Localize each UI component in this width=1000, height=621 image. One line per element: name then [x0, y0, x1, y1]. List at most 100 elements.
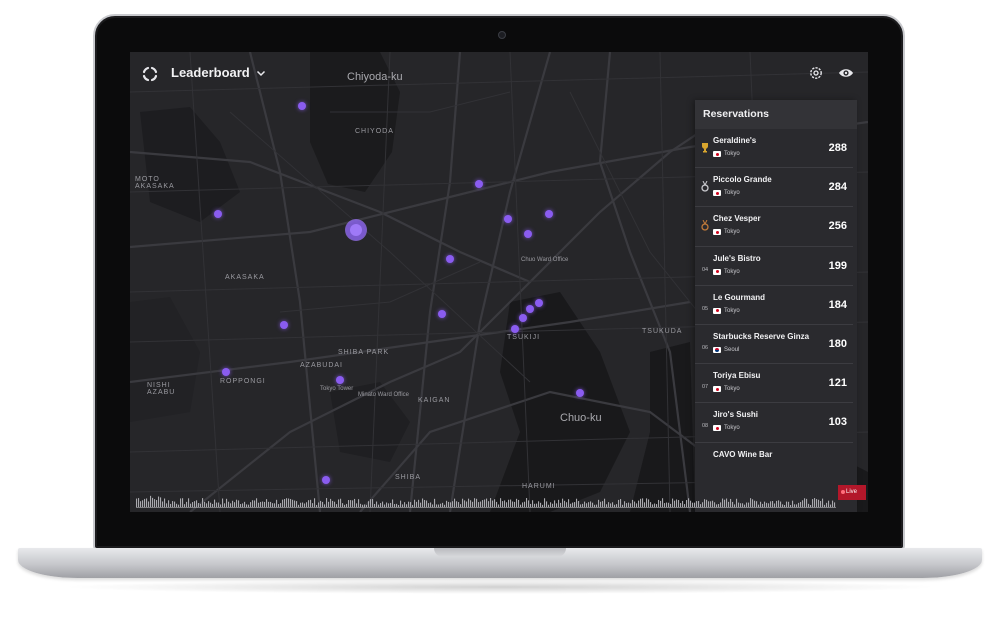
- waveform-bar: [734, 504, 736, 507]
- waveform-bar: [628, 502, 630, 507]
- waveform-bar: [728, 501, 730, 507]
- waveform-bar: [556, 503, 558, 507]
- leaderboard-dropdown[interactable]: Leaderboard: [171, 65, 266, 80]
- map-label: SHIBA: [395, 474, 422, 481]
- activity-timeline[interactable]: [136, 489, 836, 508]
- leaderboard-row[interactable]: Piccolo Grande Tokyo 284: [695, 168, 853, 208]
- waveform-bar: [830, 504, 832, 507]
- restaurant-marker[interactable]: [475, 180, 483, 188]
- map-label: SHIBA PARK: [338, 349, 390, 356]
- waveform-bar: [552, 503, 554, 507]
- waveform-bar: [698, 501, 700, 507]
- waveform-bar: [344, 504, 346, 507]
- leaderboard-row[interactable]: 05 Le Gourmand Tokyo 184: [695, 286, 853, 325]
- waveform-bar: [630, 503, 632, 507]
- leaderboard-row[interactable]: Geraldine's Tokyo 288: [695, 129, 853, 169]
- waveform-bar: [288, 498, 290, 507]
- waveform-bar: [708, 501, 710, 507]
- waveform-bar: [304, 503, 306, 507]
- leaderboard-row[interactable]: 06 Starbucks Reserve Ginza Seoul 180: [695, 325, 853, 365]
- waveform-bar: [818, 499, 820, 507]
- waveform-bar: [658, 499, 660, 507]
- restaurant-marker[interactable]: [545, 210, 553, 218]
- waveform-bar: [152, 497, 154, 507]
- app-logo-icon[interactable]: [142, 66, 158, 82]
- eye-icon[interactable]: [838, 65, 854, 81]
- waveform-bar: [530, 503, 532, 507]
- waveform-bar: [726, 498, 728, 507]
- waveform-bar: [412, 504, 414, 507]
- waveform-bar: [148, 501, 150, 507]
- waveform-bar: [638, 500, 640, 507]
- waveform-bar: [278, 504, 280, 507]
- restaurant-marker[interactable]: [298, 102, 306, 110]
- waveform-bar: [508, 499, 510, 507]
- waveform-bar: [572, 502, 574, 507]
- waveform-bar: [750, 498, 752, 507]
- waveform-bar: [292, 499, 294, 507]
- restaurant-marker[interactable]: [511, 325, 519, 333]
- waveform-bar: [270, 501, 272, 507]
- restaurant-marker[interactable]: [526, 305, 534, 313]
- restaurant-marker[interactable]: [519, 314, 527, 322]
- restaurant-name: CAVO Wine Bar: [713, 449, 773, 459]
- waveform-bar: [144, 498, 146, 507]
- waveform-bar: [612, 502, 614, 507]
- leaderboard-row[interactable]: CAVO Wine Bar: [695, 443, 853, 482]
- waveform-bar: [514, 501, 516, 507]
- restaurant-marker[interactable]: [322, 476, 330, 484]
- leaderboard-row[interactable]: Chez Vesper Tokyo 256: [695, 207, 853, 247]
- waveform-bar: [410, 502, 412, 507]
- live-indicator-icon: [841, 490, 845, 494]
- waveform-bar: [752, 499, 754, 507]
- waveform-bar: [792, 500, 794, 507]
- leaderboard-row[interactable]: 08 Jiro's Sushi Tokyo 103: [695, 403, 853, 443]
- waveform-bar: [146, 498, 148, 507]
- waveform-bar: [394, 504, 396, 507]
- restaurant-marker[interactable]: [535, 299, 543, 307]
- restaurant-marker[interactable]: [214, 210, 222, 218]
- waveform-bar: [796, 504, 798, 507]
- waveform-bar: [832, 500, 834, 507]
- waveform-bar: [760, 501, 762, 507]
- restaurant-marker[interactable]: [280, 321, 288, 329]
- waveform-bar: [748, 502, 750, 507]
- leaderboard-row[interactable]: 07 Toriya Ebisu Tokyo 121: [695, 364, 853, 404]
- waveform-bar: [444, 504, 446, 507]
- waveform-bar: [634, 501, 636, 507]
- live-button[interactable]: Live: [838, 485, 866, 500]
- restaurant-marker[interactable]: [504, 215, 512, 223]
- waveform-bar: [608, 502, 610, 507]
- waveform-bar: [384, 504, 386, 507]
- waveform-bar: [154, 499, 156, 507]
- restaurant-city: Seoul: [713, 346, 739, 353]
- waveform-bar: [324, 504, 326, 507]
- korea-flag-icon: [713, 346, 721, 353]
- waveform-bar: [648, 499, 650, 507]
- settings-icon[interactable]: [808, 65, 824, 81]
- waveform-bar: [458, 502, 460, 507]
- restaurant-marker[interactable]: [222, 368, 230, 376]
- waveform-bar: [140, 501, 142, 507]
- restaurant-marker[interactable]: [446, 255, 454, 263]
- waveform-bar: [222, 498, 224, 507]
- waveform-bar: [340, 498, 342, 507]
- laptop-shadow: [60, 580, 940, 594]
- restaurant-name: Geraldine's: [713, 136, 757, 145]
- waveform-bar: [386, 502, 388, 507]
- restaurant-marker[interactable]: [336, 376, 344, 384]
- restaurant-city: Tokyo: [713, 268, 740, 275]
- reservation-count: 103: [828, 416, 847, 429]
- leaderboard-row[interactable]: 04 Jule's Bistro Tokyo 199: [695, 247, 853, 286]
- restaurant-name: Jule's Bistro: [713, 253, 761, 263]
- waveform-bar: [214, 499, 216, 507]
- restaurant-marker[interactable]: [576, 389, 584, 397]
- restaurant-marker[interactable]: [438, 310, 446, 318]
- waveform-bar: [664, 503, 666, 507]
- waveform-bar: [372, 499, 374, 507]
- restaurant-marker-selected[interactable]: [350, 224, 362, 236]
- waveform-bar: [688, 498, 690, 507]
- waveform-bar: [404, 502, 406, 507]
- waveform-bar: [350, 500, 352, 507]
- restaurant-marker[interactable]: [524, 230, 532, 238]
